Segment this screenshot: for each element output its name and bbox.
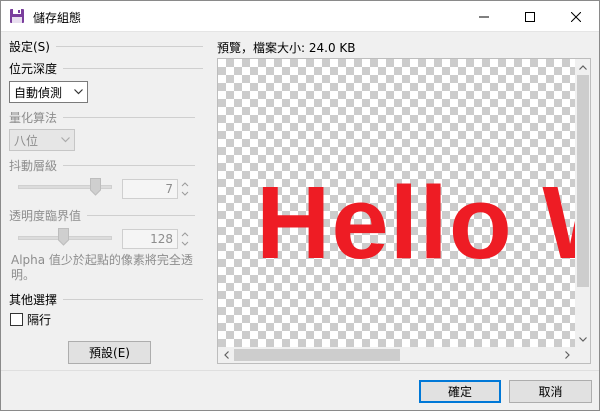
settings-group-header: 設定(S)	[9, 38, 203, 54]
divider	[63, 67, 203, 69]
close-button[interactable]	[553, 1, 599, 32]
defaults-button[interactable]: 預設(E)	[68, 341, 151, 364]
transparency-header: 透明度臨界值	[9, 207, 195, 223]
bit-depth-value: 自動偵測	[14, 85, 63, 100]
interlace-label[interactable]: 隔行	[27, 311, 51, 328]
vertical-scrollbar[interactable]	[575, 59, 590, 347]
transparency-label: 透明度臨界值	[9, 208, 82, 223]
preview-label: 預覽，檔案大小: 24.0 KB	[217, 41, 356, 55]
chevron-down-icon	[74, 89, 83, 95]
quantization-header: 量化算法	[9, 109, 195, 125]
divider	[63, 298, 203, 300]
bit-depth-header: 位元深度	[9, 60, 203, 76]
title-bar: 儲存組態	[1, 1, 599, 32]
divider	[55, 45, 203, 47]
preview-image-text: Hello W	[256, 165, 575, 280]
scroll-up-icon[interactable]	[575, 59, 590, 75]
transparency-spin-buttons[interactable]	[179, 229, 191, 249]
settings-header-label: 設定(S)	[9, 39, 50, 54]
dithering-spinbox[interactable]: 7	[122, 179, 178, 199]
ok-button[interactable]: 確定	[419, 380, 501, 403]
interlace-checkbox[interactable]	[10, 313, 23, 326]
dithering-header: 抖動層級	[9, 157, 195, 173]
other-options-label: 其他選擇	[9, 292, 58, 307]
minimize-icon	[479, 16, 489, 17]
vertical-scroll-thumb[interactable]	[577, 75, 589, 287]
horizontal-scroll-thumb[interactable]	[234, 349, 400, 361]
maximize-icon	[525, 11, 535, 22]
scroll-down-icon[interactable]	[575, 331, 590, 347]
other-options-header: 其他選擇	[9, 291, 203, 307]
quantization-select[interactable]: 八位	[9, 129, 75, 151]
spin-arrows-icon	[181, 182, 189, 196]
maximize-button[interactable]	[507, 1, 553, 32]
window-title: 儲存組態	[33, 11, 82, 25]
alpha-note: Alpha 值少於起點的像素將完全透明。	[11, 253, 193, 282]
spin-arrows-icon	[181, 232, 189, 246]
transparency-slider-thumb[interactable]	[58, 228, 69, 246]
floppy-disk-icon	[9, 8, 25, 24]
quantization-value: 八位	[14, 133, 39, 148]
dithering-label: 抖動層級	[9, 158, 58, 173]
divider	[63, 116, 195, 118]
dithering-spin-buttons[interactable]	[179, 179, 191, 199]
bit-depth-label: 位元深度	[9, 61, 58, 76]
minimize-button[interactable]	[461, 1, 507, 32]
cancel-button[interactable]: 取消	[509, 380, 592, 403]
scrollbar-corner	[575, 347, 590, 363]
divider	[87, 214, 195, 216]
dialog-footer: 確定 取消	[1, 370, 599, 410]
divider	[63, 164, 195, 166]
close-icon	[571, 11, 581, 22]
preview-pane[interactable]: Hello W	[217, 58, 591, 364]
scroll-right-icon[interactable]	[559, 347, 575, 363]
bit-depth-select[interactable]: 自動偵測	[9, 81, 88, 103]
transparency-checkerboard: Hello W	[218, 59, 575, 347]
dithering-slider-thumb[interactable]	[90, 178, 101, 196]
quantization-label: 量化算法	[9, 110, 58, 125]
transparency-spinbox[interactable]: 128	[122, 229, 178, 249]
chevron-down-icon	[61, 137, 70, 143]
horizontal-scrollbar[interactable]	[218, 347, 575, 363]
scroll-left-icon[interactable]	[218, 347, 234, 363]
save-configuration-dialog: 儲存組態 設定(S) 位元深度 自動偵測 量化算法 八位 抖動層級 7 透明度臨…	[0, 0, 600, 411]
